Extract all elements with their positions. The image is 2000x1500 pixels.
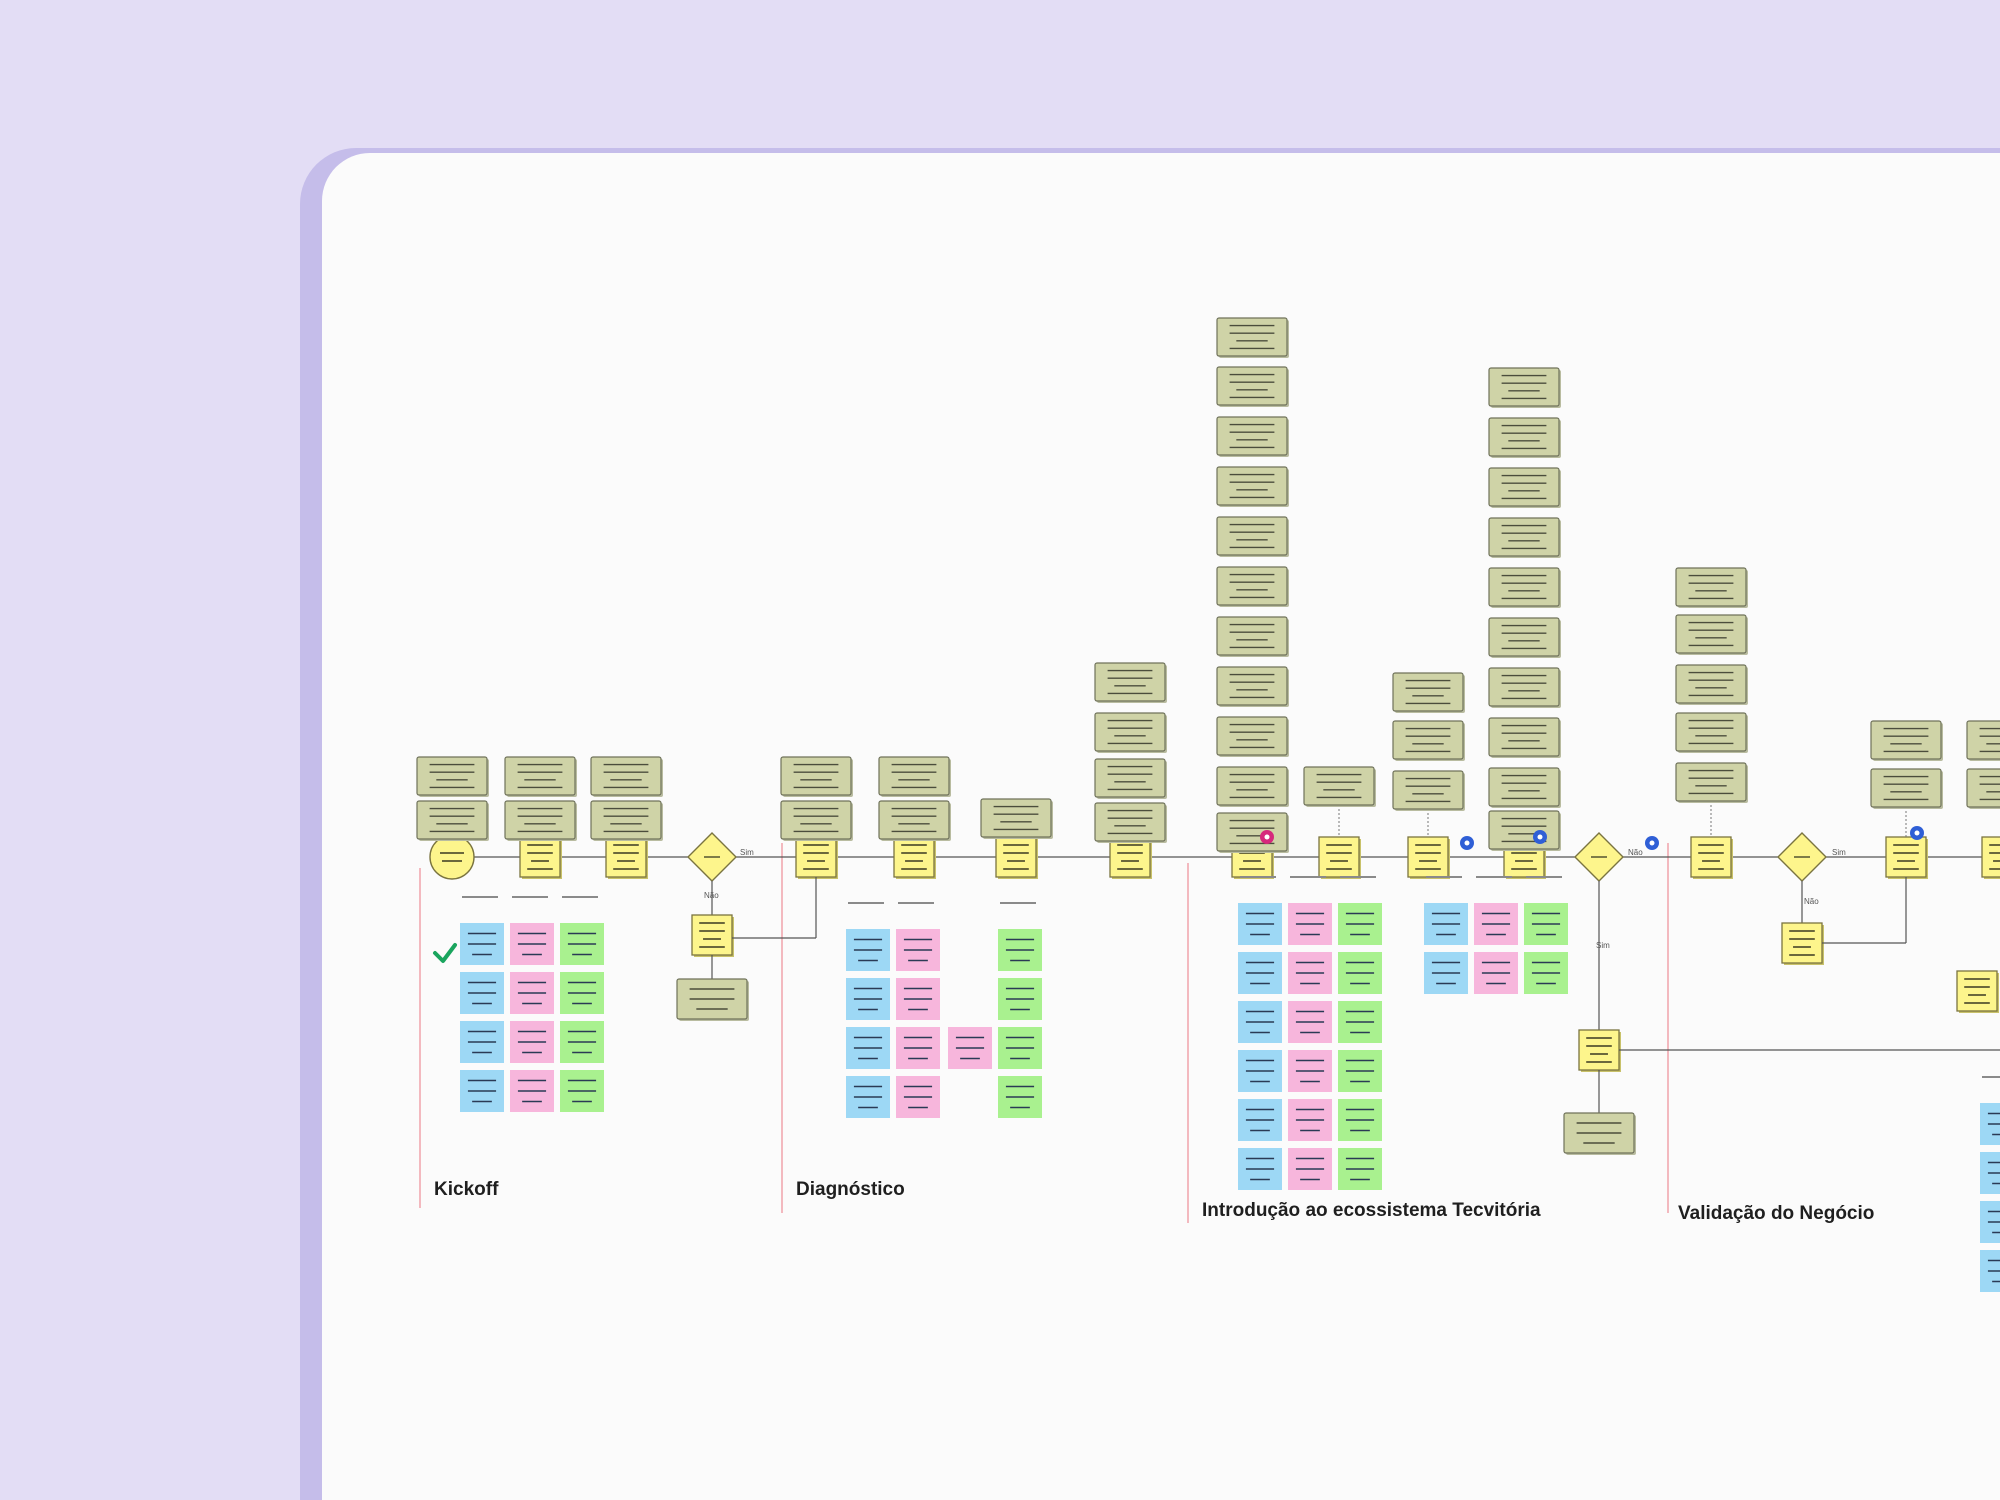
annotation-note	[1303, 766, 1375, 806]
annotation-note	[1094, 712, 1166, 752]
annotation-note	[1216, 516, 1288, 556]
process-step	[995, 836, 1037, 878]
process-step	[1407, 836, 1449, 878]
annotation-note	[1216, 766, 1288, 806]
annotation-note	[1216, 616, 1288, 656]
annotation-note	[1216, 466, 1288, 506]
annotation-note	[504, 756, 576, 796]
phase-title-kickoff: Kickoff	[434, 1179, 499, 1200]
diagram-canvas[interactable]: Sim Não Sim Não Sim Não Kickoff Diagnóstico I…	[322, 153, 2000, 1500]
annotation-note	[1216, 366, 1288, 406]
flow-label: Sim	[1832, 848, 1846, 857]
comment-marker-dot	[1649, 840, 1655, 846]
annotation-note	[1216, 812, 1288, 852]
start-event	[429, 834, 475, 880]
comment-marker-dot	[1464, 840, 1470, 846]
annotation-note	[504, 800, 576, 840]
annotation-note	[1488, 717, 1560, 757]
phase-title-introducao: Introdução ao ecossistema Tecvitória	[1202, 1200, 1541, 1221]
flow-label: Não	[1628, 848, 1643, 857]
process-map: Sim Não SimNãoSimNão	[416, 317, 2000, 1292]
annotation-note	[1216, 566, 1288, 606]
annotation-note	[1488, 517, 1560, 557]
annotation-note	[1216, 416, 1288, 456]
annotation-note	[1488, 367, 1560, 407]
annotation-note	[1488, 767, 1560, 807]
annotation-note	[1488, 567, 1560, 607]
annotation-note	[1392, 770, 1464, 810]
comment-marker-dot	[1537, 834, 1543, 840]
annotation-note	[1216, 666, 1288, 706]
annotation-note	[1216, 317, 1288, 357]
annotation-note	[1870, 768, 1942, 808]
annotation-note	[780, 800, 852, 840]
process-step	[795, 836, 837, 878]
annotation-note	[1675, 762, 1747, 802]
annotation-note	[1216, 716, 1288, 756]
screenshot-stage: Sim Não Sim Não Sim Não Kickoff Diagnóstico I…	[0, 0, 2000, 1500]
process-step	[1981, 836, 2000, 878]
phase-title-diagnostico: Diagnóstico	[796, 1179, 905, 1200]
process-step	[1885, 836, 1927, 878]
comment-marker-dot	[1264, 834, 1270, 840]
annotation-note	[416, 800, 488, 840]
annotation-note	[416, 756, 488, 796]
process-step	[1781, 922, 1823, 964]
annotation-note	[590, 800, 662, 840]
annotation-note	[1966, 768, 2000, 808]
annotation-note	[1675, 664, 1747, 704]
annotation-note	[1966, 720, 2000, 760]
annotation-note	[1392, 672, 1464, 712]
annotation-note	[1675, 567, 1747, 607]
annotation-note	[1675, 614, 1747, 654]
annotation-note	[1675, 712, 1747, 752]
flow-label: Sim	[1596, 941, 1610, 950]
annotation-note	[1488, 617, 1560, 657]
annotation-note	[878, 800, 950, 840]
annotation-note	[1392, 720, 1464, 760]
annotation-note	[1094, 758, 1166, 798]
annotation-note	[1094, 802, 1166, 842]
annotation-note	[590, 756, 662, 796]
process-step	[691, 914, 733, 956]
annotation-note	[980, 798, 1052, 838]
annotation-note	[1488, 810, 1560, 850]
annotation-note	[1488, 667, 1560, 707]
flow-label: Não	[1804, 897, 1819, 906]
process-step	[519, 836, 561, 878]
process-step	[893, 836, 935, 878]
annotation-note	[1488, 417, 1560, 457]
annotation-note	[1488, 467, 1560, 507]
flow-label: Sim	[740, 848, 754, 857]
process-step	[1318, 836, 1360, 878]
check-icon	[433, 943, 457, 963]
annotation-note	[780, 756, 852, 796]
process-step	[1956, 970, 1998, 1012]
annotation-note	[1870, 720, 1942, 760]
annotation-note	[878, 756, 950, 796]
process-step	[1690, 836, 1732, 878]
process-step	[605, 836, 647, 878]
phase-title-validacao: Validação do Negócio	[1678, 1203, 1875, 1224]
comment-marker-dot	[1914, 830, 1920, 836]
process-step	[1578, 1029, 1620, 1071]
annotation-note	[1094, 662, 1166, 702]
